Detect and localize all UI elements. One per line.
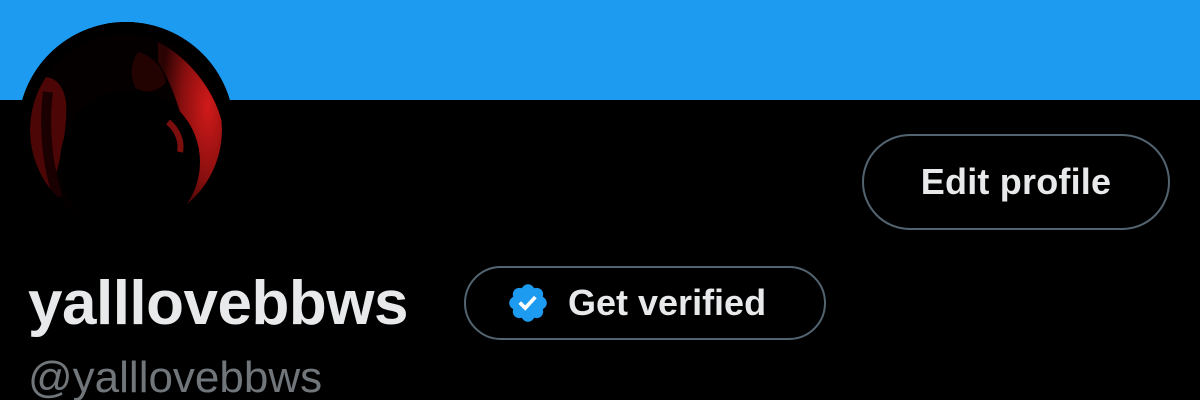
verified-badge-icon — [509, 284, 547, 322]
edit-profile-label: Edit profile — [920, 161, 1112, 202]
get-verified-label: Get verified — [568, 282, 767, 323]
get-verified-button[interactable]: Get verified — [464, 266, 826, 340]
profile-avatar[interactable] — [18, 22, 234, 238]
profile-display-name: yalllovebbws — [28, 269, 408, 338]
avatar-image — [18, 22, 234, 238]
profile-header: Edit profile yalllovebbws Get verified @… — [0, 0, 1200, 400]
profile-handle: @yalllovebbws — [28, 353, 323, 400]
edit-profile-button[interactable]: Edit profile — [862, 134, 1170, 230]
